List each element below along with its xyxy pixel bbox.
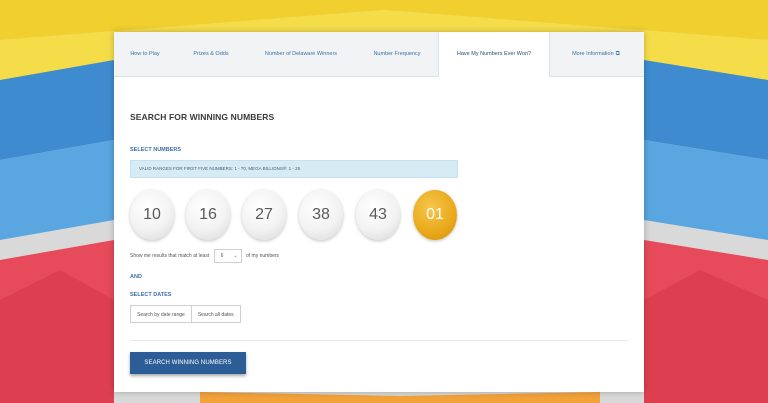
page-title: SEARCH FOR WINNING NUMBERS	[130, 112, 275, 122]
and-label: AND	[130, 274, 142, 280]
number-ball[interactable]: 16	[186, 190, 230, 240]
number-ball[interactable]: 38	[299, 190, 343, 240]
tab-label: Number of Delaware Winners	[264, 51, 338, 57]
tab-label: How to Play	[130, 51, 160, 57]
tab-bar: How to Play Prizes & Odds Number of Dela…	[114, 32, 644, 77]
lottery-panel: How to Play Prizes & Odds Number of Dela…	[114, 32, 644, 392]
number-ball[interactable]: 10	[130, 190, 174, 240]
chevron-down-icon: ⌄	[233, 252, 238, 259]
search-winning-numbers-button[interactable]: SEARCH WINNING NUMBERS	[130, 352, 246, 374]
external-link-icon: ⧉	[615, 51, 620, 57]
match-prefix-text: Show me results that match at least	[130, 253, 210, 259]
match-count-select[interactable]: 6 ⌄	[213, 248, 242, 263]
tab-prizes-odds[interactable]: Prizes & Odds	[176, 32, 246, 76]
select-dates-label: SELECT DATES	[130, 292, 172, 298]
tab-label: More Information	[572, 51, 614, 57]
tab-how-to-play[interactable]: How to Play	[114, 32, 176, 76]
tab-delaware-winners[interactable]: Number of Delaware Winners	[246, 32, 356, 76]
match-suffix-text: of my numbers	[245, 253, 280, 259]
tab-label: Have My Numbers Ever Won?	[456, 51, 532, 57]
mega-ball[interactable]: 01	[413, 190, 457, 240]
tab-more-information[interactable]: More Information ⧉	[548, 32, 644, 76]
tab-number-frequency[interactable]: Number Frequency	[356, 32, 438, 76]
match-count-value: 6	[220, 252, 224, 259]
number-ball[interactable]: 27	[242, 190, 286, 240]
tab-label: Prizes & Odds	[193, 51, 229, 57]
tab-have-my-numbers-won[interactable]: Have My Numbers Ever Won?	[438, 32, 550, 77]
date-options: Search by date range Search all dates	[130, 305, 241, 323]
search-by-date-range-button[interactable]: Search by date range	[130, 305, 192, 323]
match-row: Show me results that match at least 6 ⌄ …	[130, 248, 279, 264]
number-ball[interactable]: 43	[356, 190, 400, 240]
select-numbers-label: SELECT NUMBERS	[130, 147, 182, 153]
divider	[130, 340, 628, 341]
valid-ranges-info: VALID RANGES FOR FIRST FIVE NUMBERS: 1 -…	[130, 160, 458, 178]
search-all-dates-button[interactable]: Search all dates	[191, 305, 241, 323]
tab-label: Number Frequency	[373, 51, 421, 57]
